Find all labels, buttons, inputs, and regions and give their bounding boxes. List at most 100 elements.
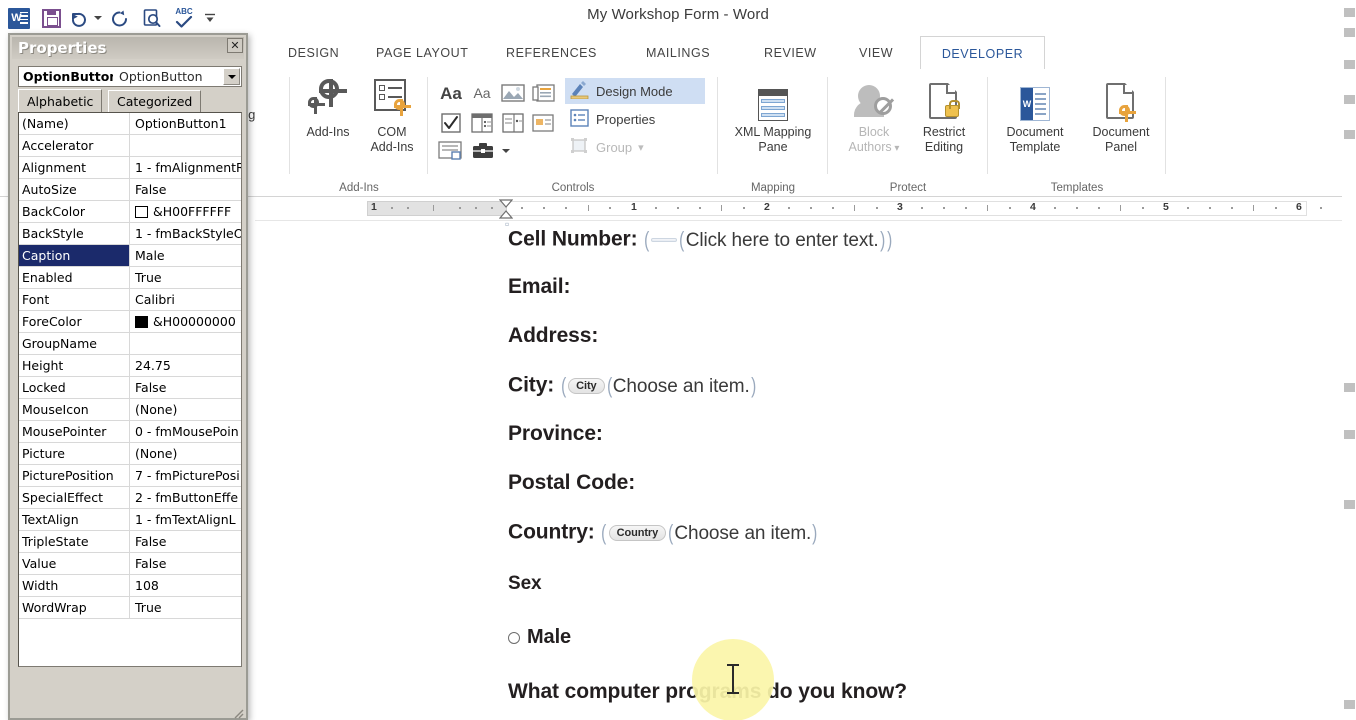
- property-row[interactable]: TripleState False: [19, 531, 241, 553]
- tab-design[interactable]: DESIGN: [274, 36, 353, 69]
- option-button-male-radio[interactable]: [508, 631, 520, 644]
- doc-line-postal-code[interactable]: Postal Code:: [508, 471, 635, 495]
- date-picker-content-control-icon[interactable]: [531, 111, 557, 135]
- repeating-section-content-control-icon[interactable]: [438, 139, 464, 163]
- tab-alphabetic[interactable]: Alphabetic: [18, 89, 103, 113]
- property-row[interactable]: Alignment 1 - fmAlignmentR: [19, 157, 241, 179]
- property-row[interactable]: Picture (None): [19, 443, 241, 465]
- design-mode-button[interactable]: Design Mode: [565, 78, 705, 104]
- cc-cell-number[interactable]: ((Click here to enter text.)): [643, 227, 893, 252]
- property-row[interactable]: TextAlign 1 - fmTextAlignL: [19, 509, 241, 531]
- property-value[interactable]: 1 - fmAlignmentR: [130, 157, 241, 178]
- property-row[interactable]: SpecialEffect 2 - fmButtonEffe: [19, 487, 241, 509]
- property-row[interactable]: MousePointer 0 - fmMousePoin: [19, 421, 241, 443]
- document-canvas[interactable]: ▫ Cell Number: ((Click here to enter tex…: [255, 221, 1356, 720]
- property-row[interactable]: Height 24.75: [19, 355, 241, 377]
- properties-button[interactable]: Properties: [565, 106, 705, 132]
- property-row[interactable]: Enabled True: [19, 267, 241, 289]
- print-preview-icon[interactable]: [137, 4, 167, 32]
- property-value[interactable]: False: [130, 531, 241, 552]
- property-row[interactable]: Value False: [19, 553, 241, 575]
- cc-country[interactable]: (Country (Choose an item.): [600, 520, 818, 545]
- properties-window-title-bar[interactable]: Properties: [12, 37, 244, 59]
- horizontal-ruler[interactable]: 1 1 2 3 4 5 6: [255, 197, 1356, 221]
- save-icon[interactable]: [36, 4, 66, 32]
- property-value[interactable]: 1 - fmBackStyleO: [130, 223, 241, 244]
- properties-window[interactable]: Properties ✕ OptionButton OptionButton A…: [8, 33, 248, 720]
- doc-line-male-option[interactable]: Male: [508, 626, 571, 649]
- property-row[interactable]: MouseIcon (None): [19, 399, 241, 421]
- property-row[interactable]: GroupName: [19, 333, 241, 355]
- rich-text-content-control-icon[interactable]: Aa: [438, 81, 464, 105]
- customize-qat-icon[interactable]: [201, 4, 219, 32]
- document-panel-button[interactable]: Document Panel: [1078, 75, 1164, 171]
- property-value[interactable]: 108: [130, 575, 241, 596]
- property-value[interactable]: False: [130, 553, 241, 574]
- property-value[interactable]: 0 - fmMousePoin: [130, 421, 241, 442]
- doc-line-country[interactable]: Country: (Country (Choose an item.): [508, 520, 818, 546]
- drop-down-list-content-control-icon[interactable]: [500, 111, 526, 135]
- plain-text-content-control-icon[interactable]: Aa: [469, 81, 495, 105]
- legacy-tools-icon[interactable]: [469, 139, 499, 163]
- resize-grip[interactable]: [232, 704, 244, 719]
- cc-city[interactable]: (City (Choose an item.): [560, 373, 757, 398]
- property-row[interactable]: Accelerator: [19, 135, 241, 157]
- property-value[interactable]: &H00FFFFFF: [130, 201, 241, 222]
- property-value[interactable]: 1 - fmTextAlignL: [130, 509, 241, 530]
- property-row[interactable]: AutoSize False: [19, 179, 241, 201]
- doc-line-cell-number[interactable]: Cell Number: ((Click here to enter text.…: [508, 227, 893, 253]
- property-value[interactable]: (None): [130, 399, 241, 420]
- property-value[interactable]: False: [130, 179, 241, 200]
- property-value[interactable]: &H00000000: [130, 311, 241, 332]
- property-value[interactable]: True: [130, 267, 241, 288]
- tab-developer[interactable]: DEVELOPER: [920, 36, 1045, 70]
- properties-grid[interactable]: (Name) OptionButton1 Accelerator Alignment 1…: [18, 112, 242, 667]
- document-template-button[interactable]: W Document Template: [992, 75, 1078, 171]
- property-row[interactable]: Width 108: [19, 575, 241, 597]
- property-row[interactable]: BackStyle 1 - fmBackStyleO: [19, 223, 241, 245]
- close-icon[interactable]: ✕: [227, 38, 243, 53]
- add-ins-button[interactable]: Add-Ins: [292, 75, 364, 171]
- tab-view[interactable]: VIEW: [845, 36, 907, 69]
- property-row[interactable]: Locked False: [19, 377, 241, 399]
- tab-references[interactable]: REFERENCES: [492, 36, 611, 69]
- doc-line-email[interactable]: Email:: [508, 275, 571, 299]
- doc-line-province[interactable]: Province:: [508, 422, 603, 446]
- property-row[interactable]: Caption Male: [19, 245, 241, 267]
- undo-dropdown-icon[interactable]: [92, 4, 103, 32]
- legacy-tools-dropdown-icon[interactable]: [500, 139, 512, 163]
- tab-categorized[interactable]: Categorized: [108, 90, 202, 112]
- property-row[interactable]: (Name) OptionButton1: [19, 113, 241, 135]
- redo-icon[interactable]: [105, 4, 135, 32]
- building-block-gallery-icon[interactable]: [531, 81, 557, 105]
- restrict-editing-button[interactable]: Restrict Editing: [908, 75, 980, 171]
- tab-mailings[interactable]: MAILINGS: [632, 36, 724, 69]
- property-value[interactable]: OptionButton1: [130, 113, 241, 134]
- property-row[interactable]: Font Calibri: [19, 289, 241, 311]
- property-value[interactable]: [130, 333, 241, 354]
- property-value[interactable]: False: [130, 377, 241, 398]
- property-value[interactable]: [130, 135, 241, 156]
- doc-line-city[interactable]: City: (City (Choose an item.): [508, 373, 757, 399]
- property-row[interactable]: BackColor &H00FFFFFF: [19, 201, 241, 223]
- undo-icon[interactable]: [68, 4, 90, 32]
- chevron-down-icon[interactable]: [223, 68, 240, 85]
- property-value[interactable]: 24.75: [130, 355, 241, 376]
- property-value[interactable]: 2 - fmButtonEffe: [130, 487, 241, 508]
- combo-box-content-control-icon[interactable]: [469, 111, 495, 135]
- com-add-ins-button[interactable]: COM Add-Ins: [356, 75, 428, 171]
- property-row[interactable]: ForeColor &H00000000: [19, 311, 241, 333]
- document-page[interactable]: ▫ Cell Number: ((Click here to enter tex…: [377, 221, 1277, 720]
- object-selector-combo[interactable]: OptionButton OptionButton: [18, 66, 242, 87]
- property-value[interactable]: 7 - fmPicturePosi: [130, 465, 241, 486]
- indent-marker[interactable]: [498, 199, 514, 219]
- tab-review[interactable]: REVIEW: [750, 36, 831, 69]
- tab-page-layout[interactable]: PAGE LAYOUT: [362, 36, 482, 69]
- property-value[interactable]: Male: [130, 245, 241, 266]
- property-row[interactable]: PicturePosition 7 - fmPicturePosi: [19, 465, 241, 487]
- xml-mapping-pane-button[interactable]: XML Mapping Pane: [735, 75, 811, 171]
- picture-content-control-icon[interactable]: [500, 81, 526, 105]
- property-value[interactable]: Calibri: [130, 289, 241, 310]
- doc-line-sex[interactable]: Sex: [508, 573, 542, 595]
- property-value[interactable]: True: [130, 597, 241, 618]
